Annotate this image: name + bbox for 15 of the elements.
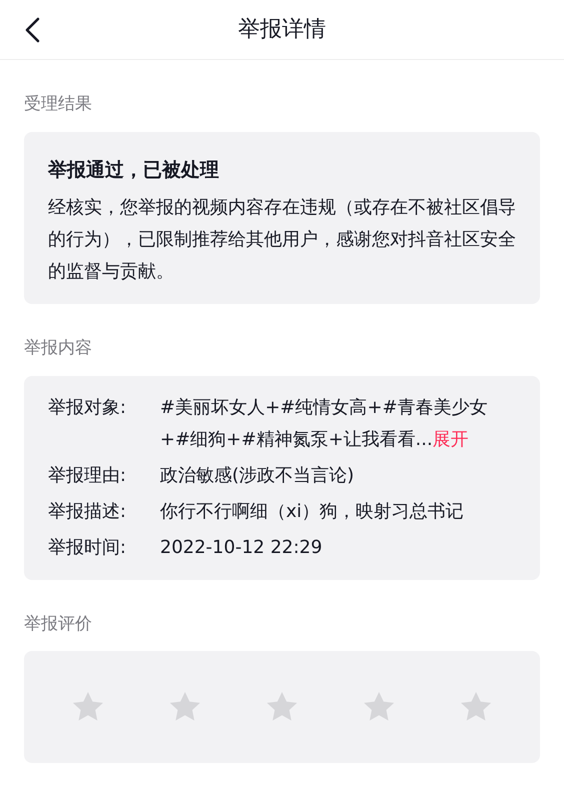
section-heading: 举报内容 xyxy=(24,337,93,360)
field-label: 举报理由: xyxy=(48,464,128,488)
page-title: 举报详情 xyxy=(238,16,326,44)
field-label: 举报对象: xyxy=(48,396,128,420)
field-label: 举报描述: xyxy=(48,500,128,524)
section-heading: 受理结果 xyxy=(24,93,93,116)
result-title: 举报通过，已被处理 xyxy=(48,158,220,182)
field-value: #美丽坏女人+#纯情女高+#青春美少女+#细狗+#精神氮泵+让我看看...展开 xyxy=(160,396,488,452)
field-label: 举报时间: xyxy=(48,536,128,560)
expand-link[interactable]: 展开 xyxy=(432,428,469,450)
section-heading: 举报评价 xyxy=(24,612,93,636)
result-message: 经核实，您举报的视频内容存在违规（或存在不被社区倡导的行为），已限制推荐给其他用户，感谢您对抖音社区安全的监督与贡献。 xyxy=(48,196,516,284)
field-value: 政治敏感(涉政不当言论) xyxy=(160,464,356,488)
field-value: 2022-10-12 22:29 xyxy=(160,536,324,560)
field-value: 你行不行啊细（xi）狗，映射习总书记 xyxy=(160,500,465,524)
